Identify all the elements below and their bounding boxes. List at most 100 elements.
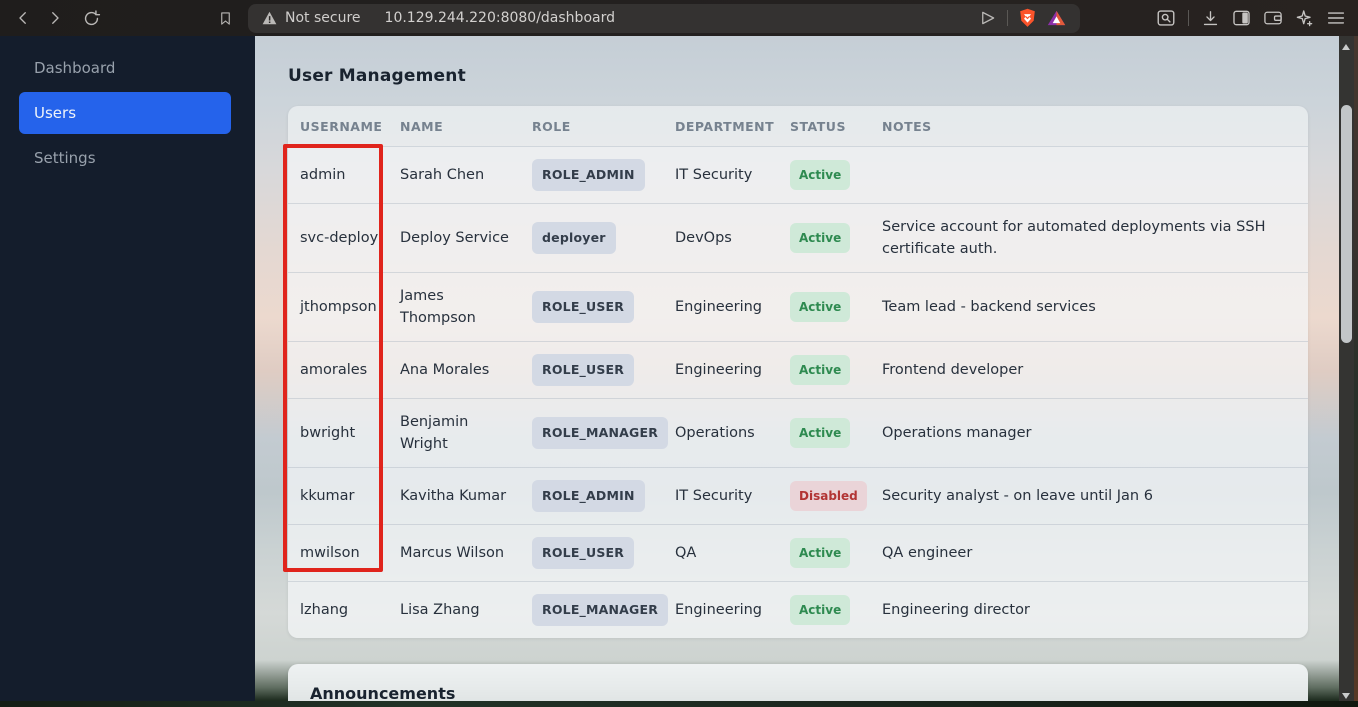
table-row: amorales Ana Morales ROLE_USER Engineeri… [288, 341, 1308, 398]
url-text[interactable]: 10.129.244.220:8080/dashboard [385, 10, 979, 26]
reload-button[interactable] [78, 5, 104, 31]
username-cell: svc-deploy [300, 230, 379, 246]
notes-cell: QA engineer [882, 545, 973, 561]
notes-cell: Frontend developer [882, 362, 1024, 378]
username-cell: amorales [300, 362, 368, 378]
page-title: User Management [288, 66, 466, 86]
sidebar-nav: Dashboard Users Settings [0, 46, 255, 180]
forward-button[interactable] [42, 5, 68, 31]
table-row: svc-deploy Deploy Service deployer DevOp… [288, 203, 1308, 272]
username-cell: mwilson [300, 545, 360, 561]
address-bar[interactable]: Not secure 10.129.244.220:8080/dashboard [248, 3, 1080, 33]
sidebar-item-dashboard[interactable]: Dashboard [0, 46, 255, 90]
status-cell: Active [790, 148, 882, 202]
bottom-edge-strip [0, 701, 1358, 707]
brave-shield-icon[interactable] [1018, 8, 1037, 28]
menu-icon[interactable] [1326, 9, 1346, 27]
status-badge: Active [790, 595, 851, 625]
name-cell: Ana Morales [400, 362, 490, 378]
status-badge: Active [790, 538, 851, 568]
username-cell: lzhang [300, 602, 349, 618]
sidebar-item-label: Settings [34, 149, 96, 167]
sidebar-item-label: Users [34, 104, 77, 122]
status-cell: Active [790, 280, 882, 334]
notes-cell: Team lead - backend services [882, 299, 1096, 315]
search-in-page-icon[interactable] [1156, 9, 1176, 27]
reload-icon [84, 9, 100, 25]
notes-cell: Service account for automated deployment… [882, 219, 1266, 257]
back-arrow-icon [19, 12, 26, 24]
name-cell: Lisa Zhang [400, 602, 480, 618]
page-scrollbar[interactable] [1339, 36, 1354, 707]
desktop-edge-strip [1354, 36, 1358, 707]
sidebar-item-users[interactable]: Users [19, 92, 231, 134]
column-header: STATUS [790, 118, 846, 134]
toolbar-right-icons [1156, 9, 1346, 28]
table-header-row: USERNAME NAME ROLE DEPARTMENT STATUS NOTES [288, 106, 1308, 146]
wallet-icon[interactable] [1263, 9, 1283, 27]
status-badge: Active [790, 418, 851, 448]
column-header: DEPARTMENT [675, 118, 775, 134]
department-cell: IT Security [675, 488, 753, 504]
sidebar-toggle-icon[interactable] [1232, 9, 1251, 27]
status-cell: Active [790, 526, 882, 580]
back-button[interactable] [10, 5, 36, 31]
security-status-label[interactable]: Not secure [285, 10, 361, 26]
department-cell: QA [675, 545, 697, 561]
user-table-body: admin Sarah Chen ROLE_ADMIN IT Security … [288, 146, 1308, 638]
page-body: Dashboard Users Settings User Management… [0, 36, 1358, 707]
status-cell: Active [790, 583, 882, 637]
name-cell: Kavitha Kumar [400, 488, 507, 504]
column-header: ROLE [532, 118, 571, 134]
role-cell: ROLE_MANAGER [532, 405, 675, 461]
notes-cell: Operations manager [882, 425, 1032, 441]
role-badge: ROLE_ADMIN [532, 480, 645, 512]
browser-window: Not secure 10.129.244.220:8080/dashboard… [0, 0, 1358, 707]
username-cell: kkumar [300, 488, 355, 504]
brave-rewards-icon[interactable] [1047, 9, 1066, 27]
main-content: User Management USERNAME NAME ROLE DEPARTME… [255, 36, 1358, 707]
not-secure-warning-icon [262, 11, 277, 25]
role-badge: ROLE_MANAGER [532, 417, 669, 449]
send-icon[interactable] [979, 9, 997, 27]
username-cell: admin [300, 167, 346, 183]
role-cell: ROLE_USER [532, 279, 675, 335]
browser-toolbar: Not secure 10.129.244.220:8080/dashboard [0, 0, 1358, 36]
name-cell: Benjamin Wright [400, 414, 469, 452]
sidebar-item-settings[interactable]: Settings [0, 136, 255, 180]
status-badge: Disabled [790, 481, 867, 511]
status-badge: Active [790, 292, 851, 322]
scrollbar-thumb[interactable] [1341, 105, 1352, 343]
role-badge: ROLE_USER [532, 537, 635, 569]
scroll-up-icon[interactable] [1342, 44, 1350, 50]
name-cell: Sarah Chen [400, 167, 485, 183]
table-row: kkumar Kavitha Kumar ROLE_ADMIN IT Secur… [288, 467, 1308, 524]
status-badge: Active [790, 355, 851, 385]
notes-cell: Security analyst - on leave until Jan 6 [882, 488, 1153, 504]
name-cell: James Thompson [400, 288, 476, 326]
role-badge: ROLE_USER [532, 291, 635, 323]
role-badge: deployer [532, 222, 616, 254]
table-row: mwilson Marcus Wilson ROLE_USER QA Activ… [288, 524, 1308, 581]
table-row: bwright Benjamin Wright ROLE_MANAGER Ope… [288, 398, 1308, 467]
notes-cell [882, 163, 1308, 187]
ai-sparkle-icon[interactable] [1295, 9, 1314, 28]
download-icon[interactable] [1201, 9, 1220, 28]
role-cell: ROLE_USER [532, 525, 675, 581]
table-row: jthompson James Thompson ROLE_USER Engin… [288, 272, 1308, 341]
department-cell: Engineering [675, 299, 762, 315]
role-badge: ROLE_MANAGER [532, 594, 669, 626]
status-cell: Active [790, 343, 882, 397]
username-cell: bwright [300, 425, 356, 441]
bookmark-button[interactable] [212, 5, 238, 31]
status-cell: Active [790, 406, 882, 460]
forward-arrow-icon [52, 12, 59, 24]
role-cell: ROLE_ADMIN [532, 147, 675, 203]
scroll-down-icon[interactable] [1342, 693, 1350, 699]
column-header: NAME [400, 118, 444, 134]
role-cell: ROLE_MANAGER [532, 582, 675, 638]
department-cell: Engineering [675, 602, 762, 618]
status-badge: Active [790, 160, 851, 190]
user-table: USERNAME NAME ROLE DEPARTMENT STATUS NOTES ad… [288, 106, 1308, 638]
column-header: USERNAME [300, 118, 383, 134]
